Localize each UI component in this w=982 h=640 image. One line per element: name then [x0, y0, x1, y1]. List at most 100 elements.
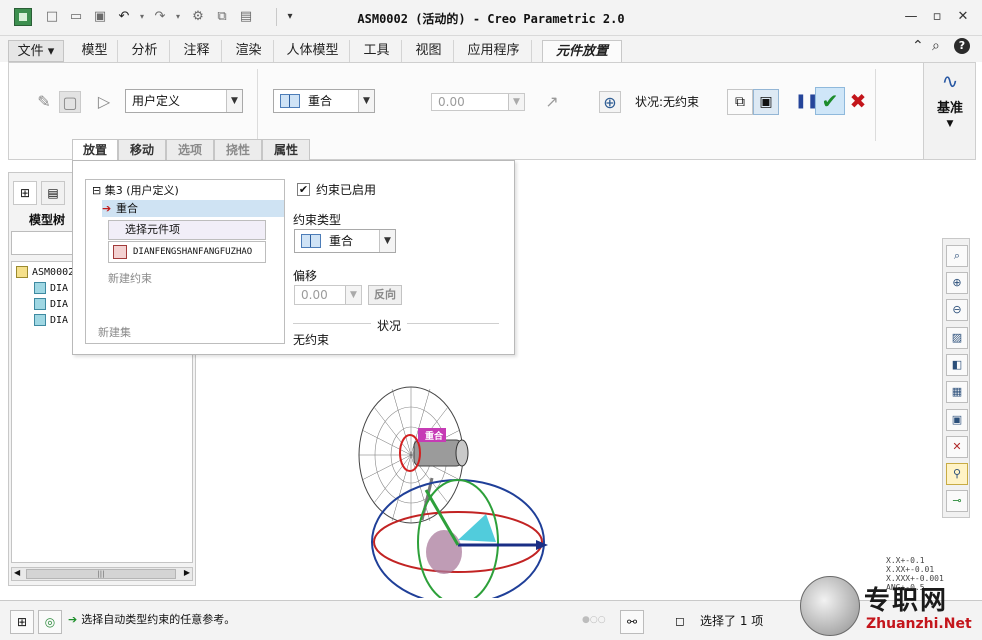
- zoom-out-icon[interactable]: ⊖: [946, 299, 968, 321]
- separate-window-icon[interactable]: ⧉: [727, 89, 753, 115]
- user-defined-combo[interactable]: 用户定义 ▼: [125, 89, 243, 113]
- active-constraint-arrow-icon: ➔: [102, 202, 112, 215]
- assembly-reference-label: DIANFENGSHANFANGFUZHAO: [133, 247, 253, 257]
- tab-render[interactable]: 渲染: [224, 40, 274, 62]
- flip-offset-icon[interactable]: ↗: [541, 91, 563, 113]
- folder-browser-tab-icon[interactable]: ▤: [41, 181, 65, 205]
- coincident-icon: [280, 93, 300, 108]
- model-tree-toggle-icon[interactable]: ⊞: [10, 610, 34, 634]
- basis-button[interactable]: ∿ 基准 ▼: [923, 63, 975, 159]
- coincident-icon: [301, 233, 321, 248]
- panel-constraint-type-value: 重合: [329, 234, 354, 248]
- tab-applications[interactable]: 应用程序: [456, 40, 532, 62]
- constraint-set-list: ⊟ 集3 (用户定义) ➔ 重合 选择元件项 DIANFENGSHANFANGF…: [85, 179, 285, 344]
- window-title: ASM0002 (活动的) - Creo Parametric 2.0: [357, 12, 625, 26]
- tab-model[interactable]: 模型: [72, 40, 118, 62]
- panel-offset-value: 0.00: [301, 288, 328, 302]
- subtab-move[interactable]: 移动: [118, 139, 166, 161]
- datum-display-icon[interactable]: ✕: [946, 436, 968, 458]
- checkmark-icon: ✔: [297, 183, 310, 196]
- constraint-type-combo[interactable]: 重合 ▼: [273, 89, 375, 113]
- repaint-icon[interactable]: ▨: [946, 327, 968, 349]
- part-icon: [34, 282, 46, 294]
- pick-component-item[interactable]: 选择元件项: [108, 220, 266, 240]
- tree-root-label: ASM0002: [32, 267, 75, 278]
- constraint-type-label: 约束类型: [293, 213, 342, 227]
- graphics-toolbar: ⌕ ⊕ ⊖ ▨ ◧ ▦ ▣ ✕ ⚲ ⊸: [942, 238, 970, 518]
- move-component-icon[interactable]: ⊕: [599, 91, 621, 113]
- assembly-window-icon[interactable]: ▣: [753, 89, 779, 115]
- constraint-row-coincident[interactable]: ➔ 重合: [102, 200, 284, 217]
- display-style-icon[interactable]: ◧: [946, 354, 968, 376]
- refit-icon[interactable]: ⌕: [946, 245, 968, 267]
- tree-item[interactable]: DIA: [34, 298, 68, 310]
- tab-annotate[interactable]: 注释: [172, 40, 222, 62]
- scroll-left-icon[interactable]: ◀: [14, 568, 20, 577]
- soccer-ball-icon: [800, 576, 860, 636]
- tab-view[interactable]: 视图: [404, 40, 454, 62]
- horizontal-scrollbar[interactable]: ◀ ||| ▶: [11, 567, 193, 581]
- tab-analysis[interactable]: 分析: [120, 40, 170, 62]
- tree-root-item[interactable]: ASM0002: [16, 266, 74, 278]
- subtab-placement[interactable]: 放置: [72, 139, 118, 161]
- annotation-display-icon[interactable]: ⊸: [946, 490, 968, 512]
- tab-manikin[interactable]: 人体模型: [276, 40, 350, 62]
- zoom-in-icon[interactable]: ⊕: [946, 272, 968, 294]
- saved-views-icon[interactable]: ▦: [946, 381, 968, 403]
- title-bar: □ ▭ ▣ ↶ ▾ ↷ ▾ ⚙ ⧉ ▤ ▾ ASM0002 (活动的) - Cr…: [0, 0, 982, 36]
- chevron-down-icon: ▼: [379, 230, 395, 252]
- tolerance-line: X.X+-0.1: [886, 556, 925, 565]
- chevron-down-icon: ▼: [358, 90, 374, 112]
- interface-icon[interactable]: ✎: [33, 91, 55, 113]
- selection-count: 选择了 1 项: [700, 614, 764, 628]
- confirm-button[interactable]: ✔: [815, 87, 845, 115]
- collapse-icon[interactable]: ⊟: [92, 184, 105, 197]
- find-icon[interactable]: ⚯: [620, 610, 644, 634]
- ribbon-tab-row: 文件 ▾ 模型 分析 注释 渲染 人体模型 工具 视图 应用程序 元件放置: [0, 36, 982, 62]
- offset-combo[interactable]: 0.00 ▼: [431, 93, 525, 111]
- constraint-set-header[interactable]: ⊟ 集3 (用户定义): [92, 182, 179, 198]
- minimize-icon[interactable]: —: [902, 8, 920, 26]
- model-tree-title: 模型树: [29, 213, 66, 227]
- chevron-down-icon: ▼: [345, 286, 361, 304]
- new-set-link[interactable]: 新建集: [98, 324, 131, 340]
- spin-center-icon[interactable]: ⚲: [946, 463, 968, 485]
- cancel-button[interactable]: ✖: [847, 89, 869, 113]
- scroll-right-icon[interactable]: ▶: [184, 568, 190, 577]
- maximize-icon[interactable]: ▫: [928, 8, 946, 26]
- constraint-enabled-checkbox[interactable]: ✔ 约束已启用: [297, 181, 376, 198]
- close-icon[interactable]: ✕: [954, 8, 972, 26]
- reverse-button[interactable]: 反向: [368, 285, 402, 305]
- browser-toggle-icon[interactable]: ◎: [38, 610, 62, 634]
- chevron-down-icon: ▼: [508, 94, 524, 110]
- constraint-row-label: 重合: [116, 202, 138, 215]
- offset-label: 偏移: [293, 269, 318, 283]
- search-icon[interactable]: ⌕: [932, 38, 940, 54]
- tree-item[interactable]: DIA: [34, 282, 68, 294]
- view-manager-icon[interactable]: ▣: [946, 409, 968, 431]
- help-icon[interactable]: ?: [954, 38, 970, 54]
- placement-status: 状况:无约束: [635, 95, 700, 109]
- scroll-thumb[interactable]: |||: [26, 569, 176, 579]
- new-constraint-link[interactable]: 新建约束: [108, 270, 152, 286]
- tab-tools[interactable]: 工具: [352, 40, 402, 62]
- assembly-reference[interactable]: DIANFENGSHANFANGFUZHAO: [108, 241, 266, 263]
- tab-file[interactable]: 文件 ▾: [8, 40, 64, 62]
- subtab-flexibility[interactable]: 挠性: [214, 139, 262, 161]
- tree-item[interactable]: DIA: [34, 314, 68, 326]
- selection-filter-icon: ◻: [675, 614, 685, 628]
- mechanism-connection-icon[interactable]: ▷: [93, 91, 115, 113]
- panel-constraint-type-combo[interactable]: 重合 ▼: [294, 229, 396, 253]
- model-tree-tab-icon[interactable]: ⊞: [13, 181, 37, 205]
- minimize-ribbon-icon[interactable]: ⌃: [912, 38, 924, 54]
- tree-item-label: DIA: [50, 315, 69, 326]
- panel-offset-combo[interactable]: 0.00 ▼: [294, 285, 362, 305]
- tab-component-placement[interactable]: 元件放置: [542, 40, 622, 62]
- constraint-type-value: 重合: [308, 94, 333, 108]
- tree-item-label: DIA: [50, 283, 69, 294]
- watermark-cn: 专职网: [864, 586, 949, 616]
- subtab-properties[interactable]: 属性: [262, 139, 310, 161]
- display-component-icon[interactable]: ▢: [59, 91, 81, 113]
- status-section-title: 状况: [371, 317, 408, 334]
- subtab-options[interactable]: 选项: [166, 139, 214, 161]
